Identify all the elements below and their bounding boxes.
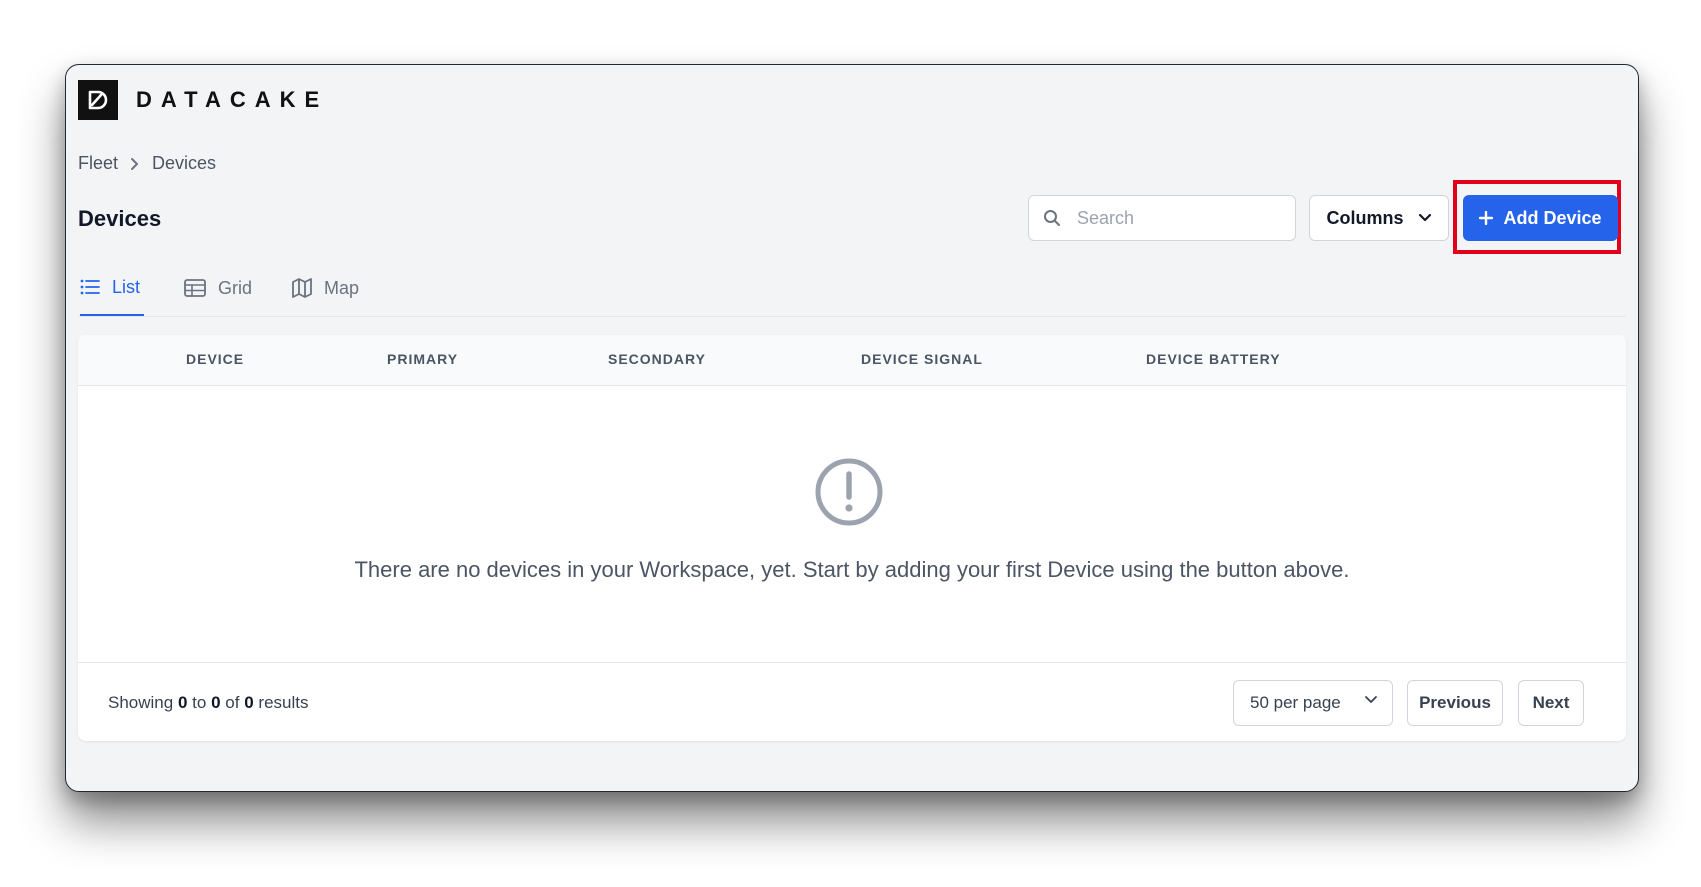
tab-list-label: List <box>112 276 141 297</box>
previous-button[interactable]: Previous <box>1407 680 1503 726</box>
results-word: results <box>258 693 309 712</box>
plus-icon <box>1479 211 1494 225</box>
columns-button-label: Columns <box>1326 207 1404 228</box>
search-input[interactable] <box>1075 206 1279 230</box>
column-header-device-signal[interactable]: DEVICE SIGNAL <box>861 351 983 367</box>
brand[interactable]: DATACAKE <box>78 80 328 120</box>
chevron-right-icon <box>130 157 140 171</box>
view-tabs: List Grid Map <box>78 260 1626 317</box>
pagination-footer: Showing 0 to 0 of 0 results 50 per page … <box>78 662 1626 741</box>
per-page-value: 50 per page <box>1250 693 1341 712</box>
search-icon <box>1043 209 1061 227</box>
per-page-select[interactable]: 50 per page <box>1233 680 1393 726</box>
tab-map[interactable]: Map <box>292 260 359 316</box>
columns-button[interactable]: Columns <box>1309 195 1449 241</box>
brand-name: DATACAKE <box>136 87 329 112</box>
datacake-logo-icon <box>78 80 118 120</box>
next-button[interactable]: Next <box>1518 680 1584 726</box>
showing-prefix: Showing <box>108 693 174 712</box>
column-header-primary[interactable]: PRIMARY <box>387 351 458 367</box>
table-icon <box>184 279 206 297</box>
tab-map-label: Map <box>324 277 360 298</box>
app-window: DATACAKE Fleet Devices Devices Columns A… <box>65 64 1639 792</box>
exclamation-circle-icon <box>814 457 884 527</box>
add-device-button[interactable]: Add Device <box>1463 195 1618 241</box>
page-title: Devices <box>78 206 162 231</box>
tab-grid[interactable]: Grid <box>184 260 252 316</box>
tab-list[interactable]: List <box>80 260 144 316</box>
table-header: DEVICE PRIMARY SECONDARY DEVICE SIGNAL D… <box>78 335 1626 386</box>
map-icon <box>292 278 312 298</box>
search-box[interactable] <box>1028 195 1296 241</box>
devices-table-card: DEVICE PRIMARY SECONDARY DEVICE SIGNAL D… <box>78 335 1626 741</box>
column-header-device-battery[interactable]: DEVICE BATTERY <box>1146 351 1281 367</box>
results-to: 0 <box>211 693 221 712</box>
list-icon <box>80 278 100 296</box>
to-word: to <box>192 693 207 712</box>
tab-grid-label: Grid <box>218 277 253 298</box>
breadcrumb-item-devices[interactable]: Devices <box>152 153 216 174</box>
column-header-device[interactable]: DEVICE <box>186 351 244 367</box>
chevron-down-icon <box>1364 695 1378 705</box>
results-from: 0 <box>177 693 188 712</box>
breadcrumb-item-fleet[interactable]: Fleet <box>78 153 118 174</box>
results-summary: Showing 0 to 0 of 0 results <box>108 693 308 713</box>
chevron-down-icon <box>1418 213 1432 223</box>
of-word: of <box>225 693 240 712</box>
results-total: 0 <box>244 693 254 712</box>
empty-state-message: There are no devices in your Workspace, … <box>354 557 1350 582</box>
column-header-secondary[interactable]: SECONDARY <box>608 351 706 367</box>
breadcrumb: Fleet Devices <box>78 153 216 174</box>
add-device-label: Add Device <box>1503 207 1602 228</box>
